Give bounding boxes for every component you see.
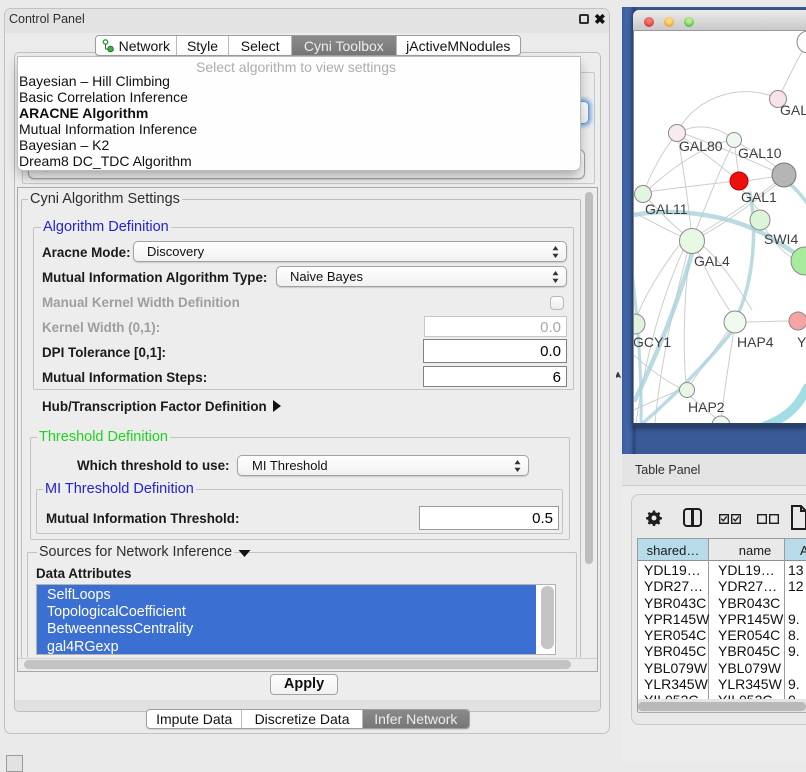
svg-text:GAL1: GAL1 bbox=[741, 189, 777, 205]
svg-text:SWI4: SWI4 bbox=[764, 231, 798, 247]
svg-text:GAL10: GAL10 bbox=[738, 145, 782, 161]
svg-text:HAP4: HAP4 bbox=[737, 334, 774, 350]
svg-text:GAL11: GAL11 bbox=[645, 201, 688, 217]
svg-text:GAL4: GAL4 bbox=[694, 253, 730, 269]
svg-text:HAP2: HAP2 bbox=[688, 399, 725, 415]
svg-text:GAL: GAL bbox=[780, 102, 806, 118]
svg-text:GAL80: GAL80 bbox=[679, 138, 723, 154]
svg-text:Y: Y bbox=[797, 334, 806, 350]
svg-text:GCY1: GCY1 bbox=[634, 334, 671, 350]
